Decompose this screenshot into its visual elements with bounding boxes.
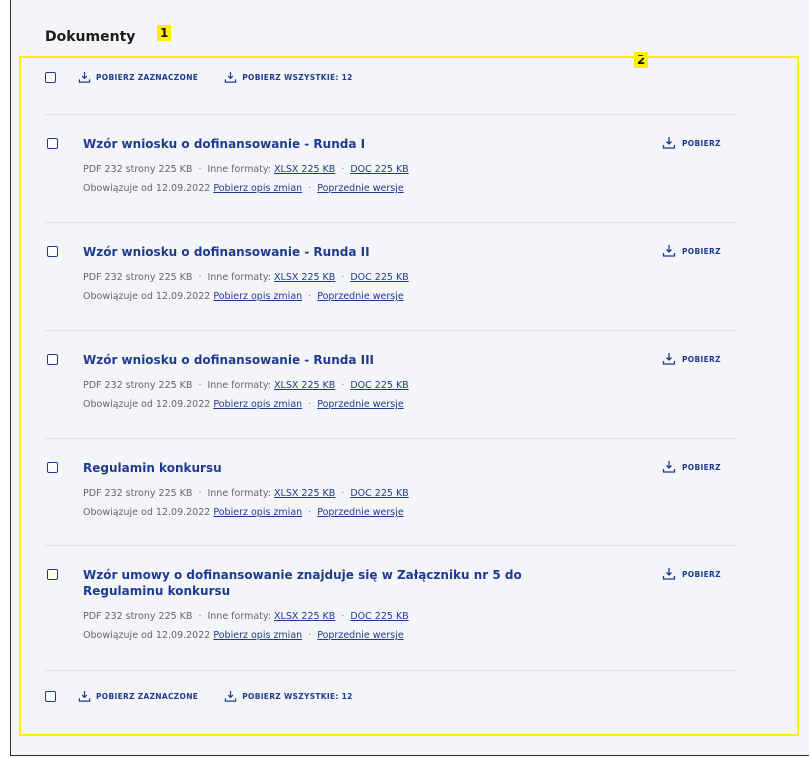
document-checkbox[interactable] [47,246,58,257]
document-validity: Obowiązuje od 12.09.2022 Pobierz opis zm… [83,399,404,410]
divider [45,670,737,671]
annotation-badge-1: 1 [157,25,172,41]
pdf-info: PDF 232 strony 225 KB [83,611,193,622]
download-selected-button[interactable]: POBIERZ ZAZNACZONE [78,690,198,703]
xlsx-link[interactable]: XLSX 225 KB [274,380,335,391]
document-title[interactable]: Wzór wniosku o dofinansowanie - Runda II [83,244,543,260]
download-all-button[interactable]: POBIERZ WSZYSTKIE: 12 [224,71,352,84]
document-checkbox[interactable] [47,462,58,473]
pdf-info: PDF 232 strony 225 KB [83,488,193,499]
document-formats: PDF 232 strony 225 KB · Inne formaty: XLSX… [83,488,409,499]
download-button[interactable]: POBIERZ [662,460,721,474]
previous-versions-link[interactable]: Poprzednie wersje [317,507,403,518]
download-selected-label: POBIERZ ZAZNACZONE [96,73,199,82]
download-icon [662,245,676,257]
doc-link[interactable]: DOC 225 KB [350,164,408,175]
document-formats: PDF 232 strony 225 KB · Inne formaty: XLSX… [83,380,409,391]
download-all-label: POBIERZ WSZYSTKIE: 12 [242,73,353,82]
document-checkbox[interactable] [47,354,58,365]
document-validity: Obowiązuje od 12.09.2022 Pobierz opis zm… [83,507,404,518]
download-button[interactable]: POBIERZ [662,352,721,366]
divider [45,438,737,439]
changes-link[interactable]: Pobierz opis zmian [213,291,302,302]
pdf-info: PDF 232 strony 225 KB [83,272,193,283]
document-checkbox[interactable] [47,138,58,149]
bulk-actions-top: POBIERZ ZAZNACZONE POBIERZ WSZYSTKIE: 12 [45,71,353,84]
xlsx-link[interactable]: XLSX 225 KB [274,488,335,499]
pdf-info: PDF 232 strony 225 KB [83,164,193,175]
download-label: POBIERZ [682,354,721,364]
select-all-checkbox[interactable] [45,72,56,83]
doc-link[interactable]: DOC 225 KB [350,272,408,283]
valid-from-text: Obowiązuje od 12.09.2022 [83,291,211,302]
download-icon [225,690,237,702]
download-icon [225,71,237,83]
download-label: POBIERZ [682,138,721,148]
other-formats-label: Inne formaty: [207,380,272,391]
pdf-info: PDF 232 strony 225 KB [83,380,193,391]
document-title[interactable]: Wzór wniosku o dofinansowanie - Runda II… [83,352,543,368]
xlsx-link[interactable]: XLSX 225 KB [274,272,335,283]
divider [45,222,737,223]
doc-link[interactable]: DOC 225 KB [350,488,408,499]
download-all-label: POBIERZ WSZYSTKIE: 12 [242,692,353,701]
other-formats-label: Inne formaty: [207,272,272,283]
download-icon [78,690,91,702]
valid-from-text: Obowiązuje od 12.09.2022 [83,183,211,194]
download-selected-label: POBIERZ ZAZNACZONE [96,692,199,701]
document-title[interactable]: Wzór wniosku o dofinansowanie - Runda I [83,136,543,152]
document-formats: PDF 232 strony 225 KB · Inne formaty: XLSX… [83,272,409,283]
document-validity: Obowiązuje od 12.09.2022 Pobierz opis zm… [83,183,404,194]
download-button[interactable]: POBIERZ [662,136,721,150]
divider [45,114,737,115]
divider [45,330,737,331]
document-checkbox[interactable] [47,569,58,580]
other-formats-label: Inne formaty: [207,164,272,175]
changes-link[interactable]: Pobierz opis zmian [213,507,302,518]
changes-link[interactable]: Pobierz opis zmian [213,630,302,641]
download-selected-button[interactable]: POBIERZ ZAZNACZONE [78,71,198,84]
other-formats-label: Inne formaty: [207,611,272,622]
doc-link[interactable]: DOC 225 KB [350,611,408,622]
valid-from-text: Obowiązuje od 12.09.2022 [83,507,211,518]
xlsx-link[interactable]: XLSX 225 KB [274,164,335,175]
download-button[interactable]: POBIERZ [662,244,721,258]
select-all-checkbox[interactable] [45,691,56,702]
divider [45,545,737,546]
changes-link[interactable]: Pobierz opis zmian [213,183,302,194]
download-icon [662,137,676,149]
download-label: POBIERZ [682,462,721,472]
previous-versions-link[interactable]: Poprzednie wersje [317,399,403,410]
download-button[interactable]: POBIERZ [662,567,721,581]
download-all-button[interactable]: POBIERZ WSZYSTKIE: 12 [224,690,352,703]
previous-versions-link[interactable]: Poprzednie wersje [317,183,403,194]
doc-link[interactable]: DOC 225 KB [350,380,408,391]
document-validity: Obowiązuje od 12.09.2022 Pobierz opis zm… [83,630,404,641]
previous-versions-link[interactable]: Poprzednie wersje [317,630,403,641]
document-title[interactable]: Wzór umowy o dofinansowanie znajduje się… [83,567,543,599]
download-icon [662,461,676,473]
document-validity: Obowiązuje od 12.09.2022 Pobierz opis zm… [83,291,404,302]
download-icon [78,71,91,83]
document-formats: PDF 232 strony 225 KB · Inne formaty: XLSX… [83,164,409,175]
page-title: Dokumenty [45,29,136,45]
bulk-actions-bottom: POBIERZ ZAZNACZONE POBIERZ WSZYSTKIE: 12 [45,690,353,703]
valid-from-text: Obowiązuje od 12.09.2022 [83,630,211,641]
xlsx-link[interactable]: XLSX 225 KB [274,611,335,622]
document-formats: PDF 232 strony 225 KB · Inne formaty: XLSX… [83,611,409,622]
other-formats-label: Inne formaty: [207,488,272,499]
valid-from-text: Obowiązuje od 12.09.2022 [83,399,211,410]
previous-versions-link[interactable]: Poprzednie wersje [317,291,403,302]
download-label: POBIERZ [682,246,721,256]
changes-link[interactable]: Pobierz opis zmian [213,399,302,410]
download-icon [662,353,676,365]
download-icon [662,568,676,580]
documents-panel: POBIERZ ZAZNACZONE POBIERZ WSZYSTKIE: 12… [19,56,799,736]
download-label: POBIERZ [682,569,721,579]
document-title[interactable]: Regulamin konkursu [83,460,543,476]
